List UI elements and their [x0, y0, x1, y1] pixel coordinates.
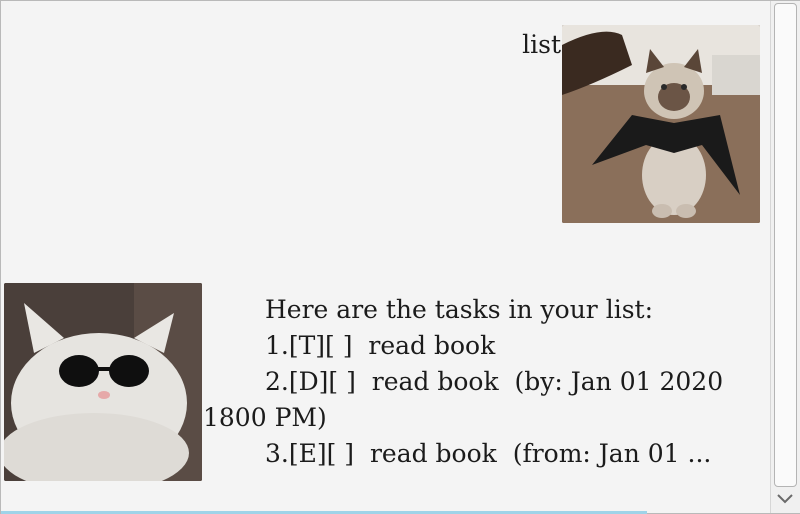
chat-window: list Here are the tasks in your list: 1.… — [0, 0, 800, 514]
duke-message: Here are the tasks in your list: 1.[T][ … — [203, 292, 768, 472]
white-cat-sunglasses-icon — [4, 283, 202, 481]
chevron-down-icon — [777, 494, 793, 504]
duke-message-line: 2.[D][ ] read book (by: Jan 01 2020 1800… — [203, 367, 732, 432]
siamese-cat-bat-costume-icon — [562, 25, 760, 223]
duke-message-line: Here are the tasks in your list: — [265, 295, 653, 324]
dialog-container: list Here are the tasks in your list: 1.… — [2, 2, 770, 512]
duke-avatar-image — [4, 283, 202, 481]
vertical-scrollbar[interactable] — [770, 1, 800, 513]
user-avatar-image — [562, 25, 760, 223]
scroll-down-button[interactable] — [775, 489, 795, 507]
duke-message-line: 3.[E][ ] read book (from: Jan 01 ... — [265, 439, 712, 468]
user-message: list — [522, 30, 561, 59]
scrollbar-thumb[interactable] — [774, 3, 797, 487]
duke-message-line: 1.[T][ ] read book — [265, 331, 496, 360]
